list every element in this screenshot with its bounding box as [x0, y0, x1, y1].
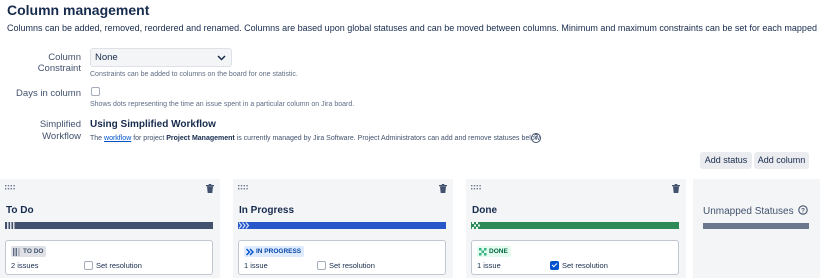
trash-icon[interactable] [206, 184, 214, 193]
set-resolution-checkbox[interactable] [317, 261, 326, 270]
status-lozenge: DONE [477, 246, 511, 257]
days-in-column-checkbox[interactable] [91, 87, 100, 96]
column-constraint-help: Constraints can be added to columns on t… [90, 71, 298, 78]
unmapped-statuses-label: Unmapped Statuses [703, 206, 794, 217]
column-name[interactable]: Done [472, 205, 497, 216]
set-resolution-checkbox[interactable] [550, 261, 559, 270]
drag-handle-icon[interactable] [238, 185, 248, 190]
column-in-progress[interactable]: In Progress IN PROGRESS 1 issue Set reso… [233, 179, 453, 278]
question-circle-icon[interactable]: ? [798, 205, 809, 215]
unmapped-statuses-column: Unmapped Statuses ? [693, 179, 820, 278]
status-card[interactable]: IN PROGRESS 1 issue Set resolution [238, 240, 446, 275]
workflow-text-2: for project [131, 135, 167, 142]
workflow-project-name: Project Management [166, 135, 235, 142]
workflow-link[interactable]: workflow [104, 135, 131, 142]
status-lozenge-text: IN PROGRESS [256, 248, 302, 255]
workflow-text-3: is currently managed by Jira Software. P… [234, 135, 542, 142]
workflow-label-line1: Simplified [39, 119, 81, 130]
set-resolution-label: Set resolution [96, 261, 142, 270]
set-resolution[interactable]: Set resolution [84, 261, 142, 270]
trash-icon[interactable] [672, 184, 680, 193]
column-to-do[interactable]: To Do TO DO 2 issues Set resolution [0, 179, 220, 278]
question-circle-icon[interactable]: ? [531, 133, 541, 143]
unmapped-statuses-title: Unmapped Statuses ? [703, 205, 809, 217]
issue-count: 2 issues [11, 261, 39, 270]
unmapped-statuses-bar [703, 223, 809, 229]
set-resolution-label: Set resolution [329, 261, 375, 270]
workflow-description: The workflow for project Project Managem… [90, 135, 541, 142]
column-name[interactable]: To Do [6, 205, 34, 216]
set-resolution[interactable]: Set resolution [317, 261, 375, 270]
set-resolution-label: Set resolution [562, 261, 608, 270]
column-constraint-label: Column Constraint [37, 52, 81, 74]
column-name[interactable]: In Progress [239, 205, 294, 216]
issue-count: 1 issue [477, 261, 501, 270]
svg-text:?: ? [801, 208, 805, 215]
chevron-down-icon [217, 55, 226, 61]
status-bar [5, 222, 213, 229]
column-constraint-value: None [95, 52, 118, 63]
page-description: Columns can be added, removed, reordered… [7, 23, 820, 33]
days-in-column-label: Days in column [16, 88, 81, 99]
status-lozenge: IN PROGRESS [244, 246, 305, 257]
drag-handle-icon[interactable] [471, 185, 481, 190]
trash-icon[interactable] [439, 184, 447, 193]
set-resolution[interactable]: Set resolution [550, 261, 608, 270]
workflow-title: Using Simplified Workflow [90, 119, 216, 130]
status-in-progress-icon [246, 248, 254, 255]
status-done-icon [479, 247, 487, 255]
set-resolution-checkbox[interactable] [84, 261, 93, 270]
status-lozenge: TO DO [11, 246, 47, 257]
column-done[interactable]: Done DONE 1 issue Set resolution [466, 179, 686, 278]
status-card[interactable]: TO DO 2 issues Set resolution [5, 240, 213, 275]
status-bar [471, 222, 679, 229]
status-lozenge-text: TO DO [23, 248, 44, 255]
add-column-button[interactable]: Add column [754, 152, 809, 169]
drag-handle-icon[interactable] [5, 185, 15, 190]
status-card[interactable]: DONE 1 issue Set resolution [471, 240, 679, 275]
status-bar [238, 222, 446, 229]
workflow-label-line2: Workflow [42, 131, 81, 142]
status-lozenge-text: DONE [489, 248, 508, 255]
column-constraint-select[interactable]: None [90, 48, 232, 67]
status-todo-icon [13, 247, 20, 256]
days-in-column-help: Shows dots representing the time an issu… [90, 101, 355, 108]
workflow-text-1: The [90, 135, 105, 142]
issue-count: 1 issue [244, 261, 268, 270]
page-title: Column management [7, 2, 150, 18]
add-status-button[interactable]: Add status [700, 152, 752, 169]
